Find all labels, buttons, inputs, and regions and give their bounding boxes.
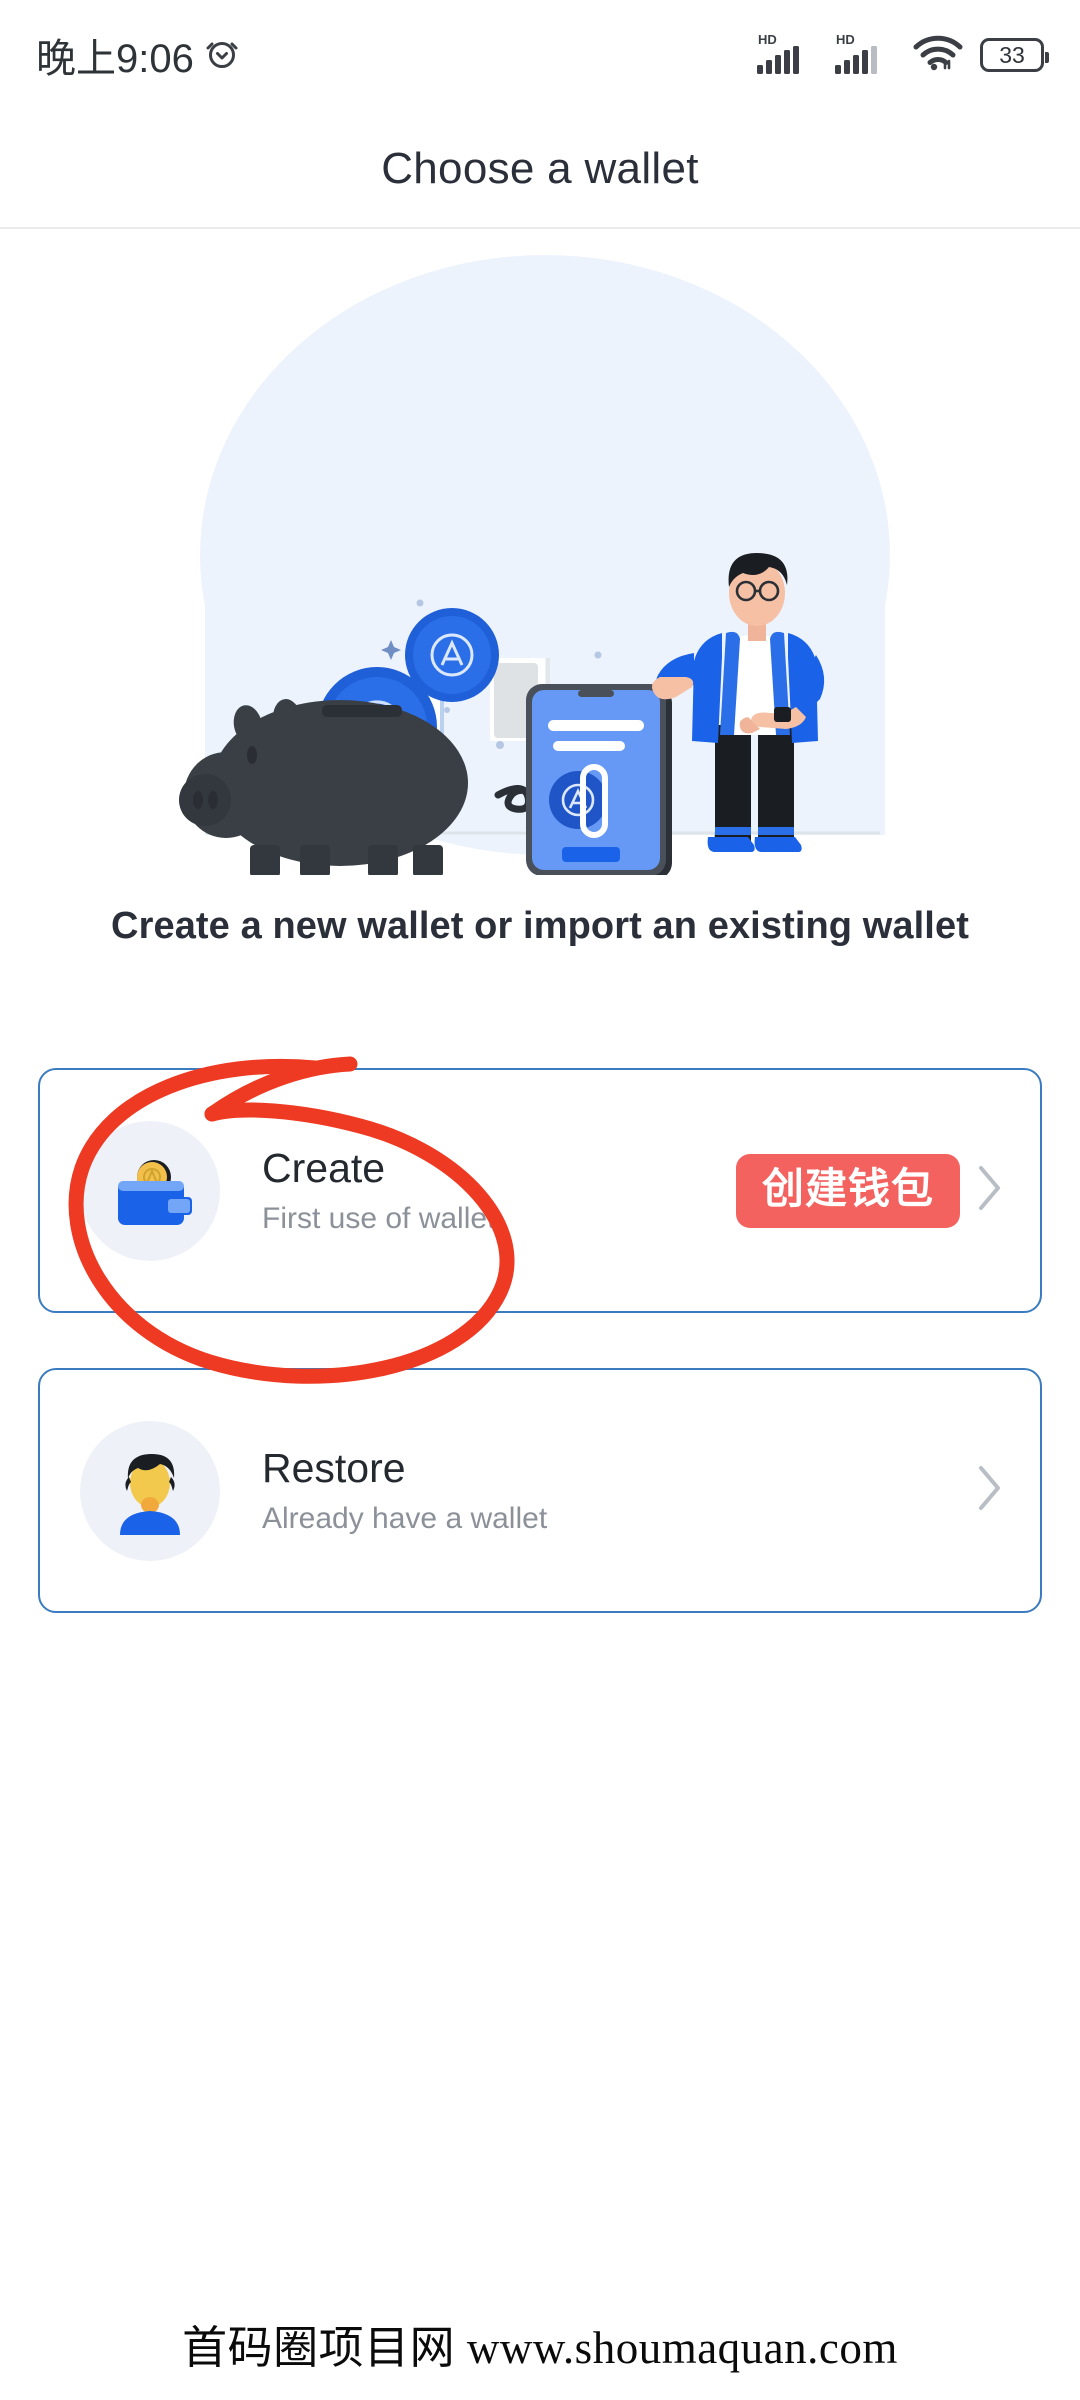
battery-icon: 33 xyxy=(980,38,1049,72)
person-avatar-icon xyxy=(80,1420,220,1561)
app-header: Choose a wallet xyxy=(0,110,1080,227)
wallet-onboarding-illustration xyxy=(0,255,1080,875)
restore-option-texts: Restore Already have a wallet xyxy=(262,1445,972,1537)
status-bar-right: HD HD 33 xyxy=(756,31,1049,80)
restore-wallet-option[interactable]: Restore Already have a wallet xyxy=(38,1368,1042,1613)
chevron-right-icon xyxy=(972,1461,1006,1520)
app-screen: 晚上9:06 HD HD 33 Choose a wallet Create a… xyxy=(0,0,1080,2400)
signal-bars-sim1-icon: HD xyxy=(756,31,818,80)
battery-level-label: 33 xyxy=(999,41,1025,68)
restore-option-subtitle: Already have a wallet xyxy=(262,1501,548,1535)
create-wallet-badge[interactable]: 创建钱包 xyxy=(735,1153,960,1228)
create-option-title: Create xyxy=(262,1144,386,1191)
create-option-subtitle: First use of wallet xyxy=(262,1201,496,1235)
wallet-with-coin-icon xyxy=(80,1120,220,1261)
page-title: Choose a wallet xyxy=(381,143,699,193)
restore-option-title: Restore xyxy=(262,1444,406,1491)
site-watermark: 首码圈项目网 www.shoumaquan.com xyxy=(182,2323,898,2373)
status-time: 晚上9:06 xyxy=(36,37,194,81)
smartphone xyxy=(526,684,672,875)
svg-text:HD: HD xyxy=(758,32,777,47)
create-option-texts: Create First use of wallet xyxy=(262,1145,736,1237)
header-divider xyxy=(0,227,1080,229)
status-bar: 晚上9:06 HD HD 33 xyxy=(0,0,1080,110)
alarm-clock-icon xyxy=(204,35,240,76)
create-wallet-option[interactable]: Create First use of wallet 创建钱包 xyxy=(38,1068,1042,1313)
signal-bars-sim2-icon: HD xyxy=(834,31,896,80)
floating-coin xyxy=(405,608,499,702)
status-bar-left: 晚上9:06 xyxy=(36,26,240,84)
page-subtitle: Create a new wallet or import an existin… xyxy=(111,905,969,947)
wifi-icon xyxy=(912,33,964,78)
svg-text:HD: HD xyxy=(836,32,855,47)
chevron-right-icon xyxy=(972,1161,1006,1220)
